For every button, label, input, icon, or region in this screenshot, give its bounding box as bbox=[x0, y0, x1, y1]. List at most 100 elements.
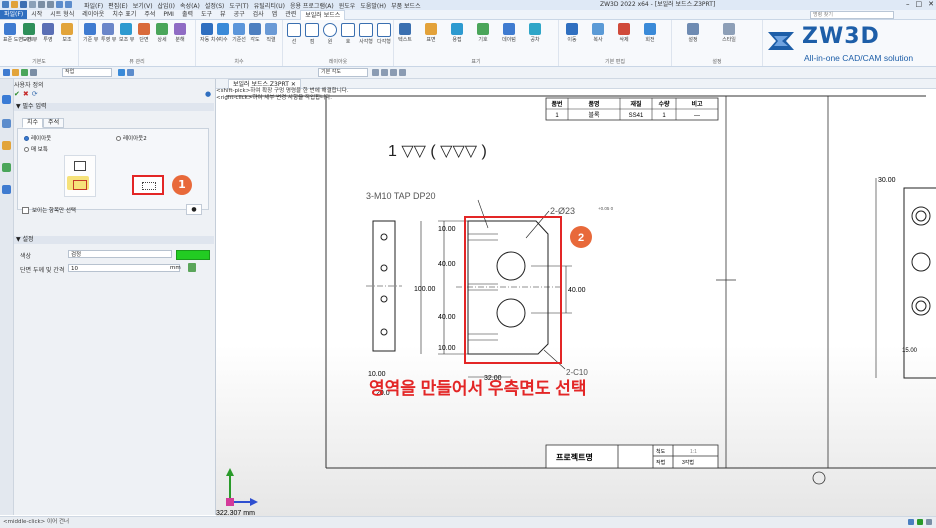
tab-annotation[interactable]: 주석 bbox=[140, 10, 159, 19]
menu-settings[interactable]: 설정(S) bbox=[205, 1, 225, 10]
tab-annotation-panel[interactable]: 주석 bbox=[43, 118, 65, 128]
section-settings[interactable]: ▼ 설정 bbox=[14, 236, 214, 244]
close-tab-icon[interactable]: ✕ bbox=[291, 81, 296, 88]
object-icon[interactable] bbox=[2, 163, 11, 172]
confirm-icon[interactable]: ✔ bbox=[14, 90, 20, 98]
cancel-icon[interactable]: ✖ bbox=[23, 90, 29, 98]
menu-view[interactable]: 보기(V) bbox=[133, 1, 153, 10]
command-search-input[interactable]: 명령 찾기 bbox=[810, 11, 894, 19]
print-icon[interactable] bbox=[29, 1, 36, 8]
save-icon[interactable] bbox=[20, 1, 27, 8]
tolerance-button[interactable]: 공차 bbox=[528, 23, 542, 43]
tab-view[interactable]: 뷰 bbox=[216, 10, 230, 19]
menu-insert[interactable]: 삽입(I) bbox=[158, 1, 176, 10]
customize-icon[interactable] bbox=[65, 1, 72, 8]
menu-apps[interactable]: 응용 프로그램(A) bbox=[290, 1, 334, 10]
drawing-canvas[interactable]: 품번 품명 재질 수량 비고 1 블록 SS41 1 — 1 ▽▽ ( ▽▽▽ … bbox=[216, 88, 936, 517]
aux-view-button[interactable]: 보조 뷰 bbox=[119, 23, 134, 43]
tab-dimension[interactable]: 치수 표기 bbox=[108, 10, 140, 19]
delete-button[interactable]: 삭제 bbox=[617, 23, 631, 43]
status-grid-icon[interactable] bbox=[926, 519, 932, 525]
arc-button[interactable]: 호 bbox=[341, 23, 355, 45]
user-icon[interactable] bbox=[2, 185, 11, 194]
rebuild-icon[interactable] bbox=[56, 1, 63, 8]
tab-inspect[interactable]: 검사 bbox=[249, 10, 268, 19]
point-button[interactable]: 점 bbox=[305, 23, 319, 45]
history-icon[interactable] bbox=[2, 95, 11, 104]
rotate-button[interactable]: 회전 bbox=[643, 23, 657, 43]
menu-part[interactable]: 부품 보드스 bbox=[391, 1, 421, 10]
close-icon[interactable]: ✕ bbox=[928, 0, 934, 8]
tab-dimension-panel[interactable]: 치수 bbox=[22, 118, 44, 128]
base-view-button[interactable]: 기준 뷰 bbox=[83, 23, 98, 43]
menu-help[interactable]: 도움말(H) bbox=[360, 1, 386, 10]
right-view-select-button[interactable] bbox=[132, 175, 164, 195]
section-required-input[interactable]: ▼ 필수 입력 bbox=[14, 103, 214, 111]
select-icon[interactable] bbox=[3, 69, 10, 76]
menu-file[interactable]: 파일(F) bbox=[84, 1, 103, 10]
tab-sheet-format[interactable]: 시트 형식 bbox=[46, 10, 78, 19]
pick-icon[interactable] bbox=[21, 69, 28, 76]
menu-window[interactable]: 윈도우 bbox=[339, 1, 356, 10]
radio-layout2[interactable]: 레이아웃2 bbox=[116, 134, 147, 142]
maximize-icon[interactable]: □ bbox=[916, 0, 923, 8]
folder-icon[interactable] bbox=[2, 141, 11, 150]
radio-per-feature[interactable]: 매 보특 bbox=[24, 145, 48, 153]
line-button[interactable]: 선 bbox=[287, 23, 301, 45]
symbol-button[interactable]: 기호 bbox=[476, 23, 490, 43]
baseline-dim-button[interactable]: 기준선 bbox=[232, 23, 246, 43]
tab-home[interactable]: 시작 bbox=[27, 10, 46, 19]
projected-view-button[interactable]: 투영 뷰 bbox=[101, 23, 116, 43]
projection-button[interactable]: 투영 bbox=[41, 23, 55, 43]
style-button[interactable]: 스타일 bbox=[722, 23, 736, 43]
explode-view-button[interactable]: 분해 bbox=[173, 23, 187, 43]
minimize-icon[interactable]: – bbox=[906, 0, 910, 8]
menu-utility[interactable]: 유틸리티(U) bbox=[254, 1, 285, 10]
wave-tools-icon[interactable] bbox=[399, 69, 406, 76]
rectangle-button[interactable]: 사각형 bbox=[359, 23, 373, 45]
menu-tools[interactable]: 도구(T) bbox=[229, 1, 248, 10]
open-icon[interactable] bbox=[11, 1, 18, 8]
auxiliary-button[interactable]: 보조 bbox=[60, 23, 74, 43]
panel-info-icon[interactable]: ● bbox=[205, 90, 211, 98]
auto-dim-button[interactable]: 자동 치수 bbox=[200, 23, 220, 43]
status-snap-icon[interactable] bbox=[917, 519, 923, 525]
detail-view-button[interactable]: 상세 bbox=[155, 23, 169, 43]
menu-attribute[interactable]: 속성(A) bbox=[180, 1, 200, 10]
standard-sheet-button[interactable]: 표준 도면 시트 bbox=[3, 23, 34, 43]
visible-only-checkbox[interactable]: 보이는 항목만 선택 bbox=[22, 206, 76, 214]
undo-icon[interactable] bbox=[38, 1, 45, 8]
tab-layout[interactable]: 레이아웃 bbox=[78, 10, 108, 19]
tab-tooling[interactable]: 공구 bbox=[230, 10, 249, 19]
filter-icon[interactable] bbox=[12, 69, 19, 76]
polygon-button[interactable]: 다각형 bbox=[377, 23, 391, 45]
layers-icon[interactable] bbox=[2, 119, 11, 128]
snap-icon[interactable] bbox=[118, 69, 125, 76]
color-select[interactable]: 검정 bbox=[68, 250, 172, 258]
new-icon[interactable] bbox=[2, 1, 9, 8]
weld-button[interactable]: 용접 bbox=[450, 23, 464, 43]
surface-symbol-button[interactable]: 표면 bbox=[424, 23, 438, 43]
thickness-input[interactable]: 10 bbox=[68, 264, 180, 272]
curve-tools-icon[interactable] bbox=[390, 69, 397, 76]
thickness-picker-icon[interactable] bbox=[188, 263, 196, 272]
angle-dim-button[interactable]: 각도 bbox=[248, 23, 262, 43]
drawing-view-button[interactable]: 도면 뷰 bbox=[22, 23, 37, 43]
move-button[interactable]: 이동 bbox=[565, 23, 579, 43]
section-view-button[interactable]: 단면 bbox=[137, 23, 151, 43]
tab-pmi[interactable]: PMI bbox=[159, 10, 178, 19]
text-button[interactable]: 텍스트 bbox=[398, 23, 412, 43]
chain-dim-button[interactable]: 직렬 bbox=[264, 23, 278, 43]
tab-tools[interactable]: 도구 bbox=[197, 10, 216, 19]
tab-file[interactable]: 파일(F) bbox=[0, 10, 28, 19]
grid-icon[interactable] bbox=[127, 69, 134, 76]
copy-button[interactable]: 복사 bbox=[591, 23, 605, 43]
pick-filter-button[interactable]: ● bbox=[186, 204, 202, 215]
filter-select[interactable]: 작업 bbox=[62, 68, 112, 77]
datum-button[interactable]: 데이텀 bbox=[502, 23, 516, 43]
view-select[interactable]: 기본 각도 bbox=[318, 68, 368, 77]
view-thumbnail-a[interactable] bbox=[64, 155, 96, 197]
tab-output[interactable]: 출력 bbox=[178, 10, 197, 19]
menu-edit[interactable]: 편집(E) bbox=[108, 1, 128, 10]
dimension-button[interactable]: 치수 bbox=[216, 23, 230, 43]
